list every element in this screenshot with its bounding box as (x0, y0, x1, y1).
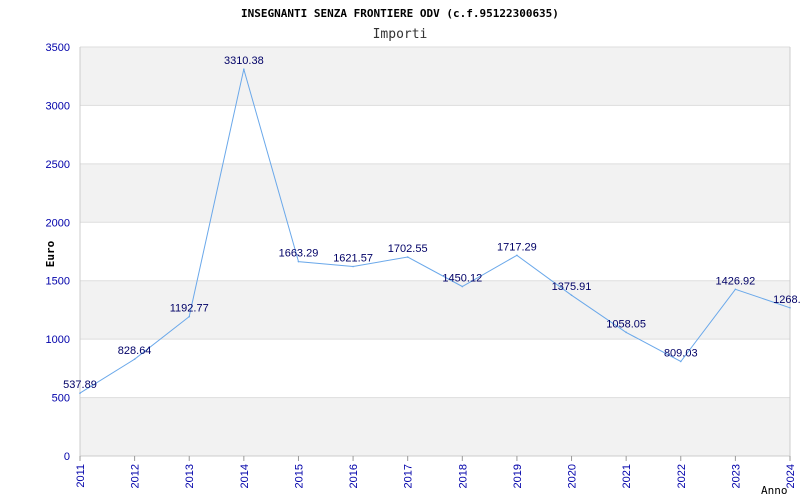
data-label: 3310.38 (224, 55, 264, 67)
data-point (461, 285, 464, 288)
data-label: 1621.57 (333, 253, 373, 265)
data-point (789, 307, 791, 309)
grid-band (80, 397, 790, 456)
data-label: 1192.77 (170, 303, 209, 315)
data-point (679, 360, 682, 363)
series-line (79, 69, 791, 394)
data-label: 1717.29 (497, 241, 537, 253)
data-point (243, 68, 245, 70)
x-tick-label: 2015 (293, 464, 305, 488)
y-tick-label: 3500 (46, 42, 70, 54)
grid-band (80, 163, 790, 223)
data-label: 1426.92 (716, 275, 756, 287)
chart-subtitle: Importi (373, 27, 428, 42)
x-tick-label: 2017 (403, 464, 415, 488)
x-tick-label: 2013 (184, 464, 196, 488)
grid-band (80, 47, 790, 106)
x-tick-label: 2023 (730, 464, 742, 488)
y-tick-label: 3000 (46, 100, 70, 112)
data-label: 1375.91 (552, 281, 592, 293)
x-tick-label: 2019 (512, 464, 524, 488)
data-point (133, 358, 136, 360)
y-tick-label: 1000 (46, 334, 70, 346)
x-tick-label: 2012 (130, 464, 142, 488)
data-label: 1663.29 (279, 248, 319, 260)
data-point (570, 294, 573, 297)
plot-area: 0 500 1000 1500 2000 2500 3000 3500 2011 2012 2013… (46, 42, 800, 488)
x-axis-label: Anno (761, 484, 788, 497)
chart-title: INSEGNANTI SENZA FRONTIERE ODV (c.f.9512… (241, 7, 559, 20)
y-tick-label: 1500 (46, 276, 70, 288)
y-axis-label: Euro (44, 240, 57, 267)
data-point (297, 260, 300, 263)
y-tick-label: 0 (64, 451, 70, 463)
data-point (79, 392, 81, 394)
data-point (734, 288, 737, 291)
data-point (188, 315, 191, 318)
x-tick-label: 2011 (75, 464, 87, 488)
x-tick-label: 2014 (239, 464, 251, 488)
data-label: 1058.05 (606, 318, 646, 330)
data-point (352, 265, 354, 268)
line-chart: INSEGNANTI SENZA FRONTIERE ODV (c.f.9512… (44, 7, 800, 497)
data-point (406, 256, 409, 258)
data-label: 1702.55 (388, 243, 428, 255)
data-label: 1450.12 (442, 273, 482, 285)
data-label: 1268.2 (773, 294, 800, 306)
data-label: 809.03 (664, 347, 698, 359)
data-point (625, 331, 627, 334)
y-tick-label: 2000 (46, 217, 70, 229)
x-tick-label: 2022 (676, 464, 688, 488)
y-tick-label: 2500 (46, 159, 70, 171)
x-tick-label: 2018 (457, 464, 469, 488)
data-label: 828.64 (118, 345, 152, 357)
y-tick-label: 500 (52, 393, 70, 405)
x-tick-label: 2021 (621, 464, 633, 488)
x-tick-label: 2016 (348, 464, 360, 488)
data-label: 537.89 (63, 379, 97, 391)
x-tick-label: 2020 (567, 464, 579, 488)
data-point (516, 254, 518, 257)
